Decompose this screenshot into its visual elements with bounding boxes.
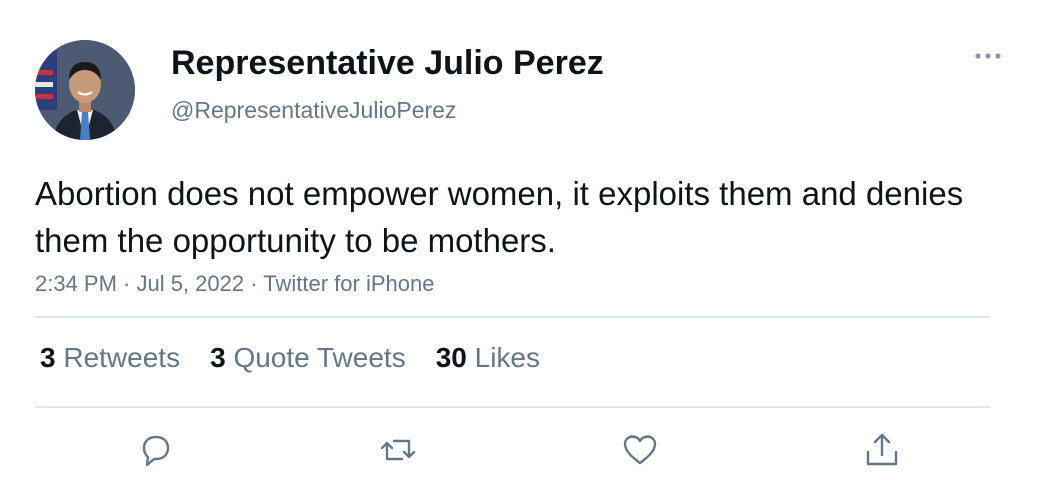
more-horizontal-icon[interactable] — [970, 44, 1006, 68]
like-icon — [623, 435, 657, 465]
likes-label: Likes — [474, 342, 541, 373]
tweet-card: Representative Julio Perez @Representati… — [0, 0, 1050, 480]
share-button[interactable] — [862, 430, 902, 470]
tweet-stats: 3 Retweets 3 Quote Tweets 30 Likes — [40, 342, 570, 374]
reply-icon — [142, 435, 170, 467]
share-icon — [866, 433, 898, 466]
tweet-text: Abortion does not empower women, it expl… — [35, 175, 964, 259]
retweets-count: 3 — [40, 342, 56, 373]
author-handle[interactable]: @RepresentativeJulioPerez — [171, 97, 456, 124]
likes-count: 30 — [435, 342, 467, 373]
retweet-button[interactable] — [378, 430, 418, 470]
retweet-icon — [380, 439, 416, 461]
quote-tweets-label: Quote Tweets — [233, 342, 406, 373]
reply-button[interactable] — [136, 430, 176, 470]
divider — [35, 406, 990, 408]
quote-tweets-stat[interactable]: 3 Quote Tweets — [210, 342, 406, 374]
quote-tweets-count: 3 — [210, 342, 226, 373]
tweet-timestamp[interactable]: 2:34 PM · Jul 5, 2022 · Twitter for iPho… — [35, 271, 434, 297]
avatar[interactable] — [35, 40, 135, 140]
retweets-stat[interactable]: 3 Retweets — [40, 342, 180, 374]
retweets-label: Retweets — [63, 342, 181, 373]
divider — [35, 316, 990, 318]
like-button[interactable] — [620, 430, 660, 470]
author-display-name[interactable]: Representative Julio Perez — [171, 44, 604, 83]
likes-stat[interactable]: 30 Likes — [436, 342, 540, 374]
